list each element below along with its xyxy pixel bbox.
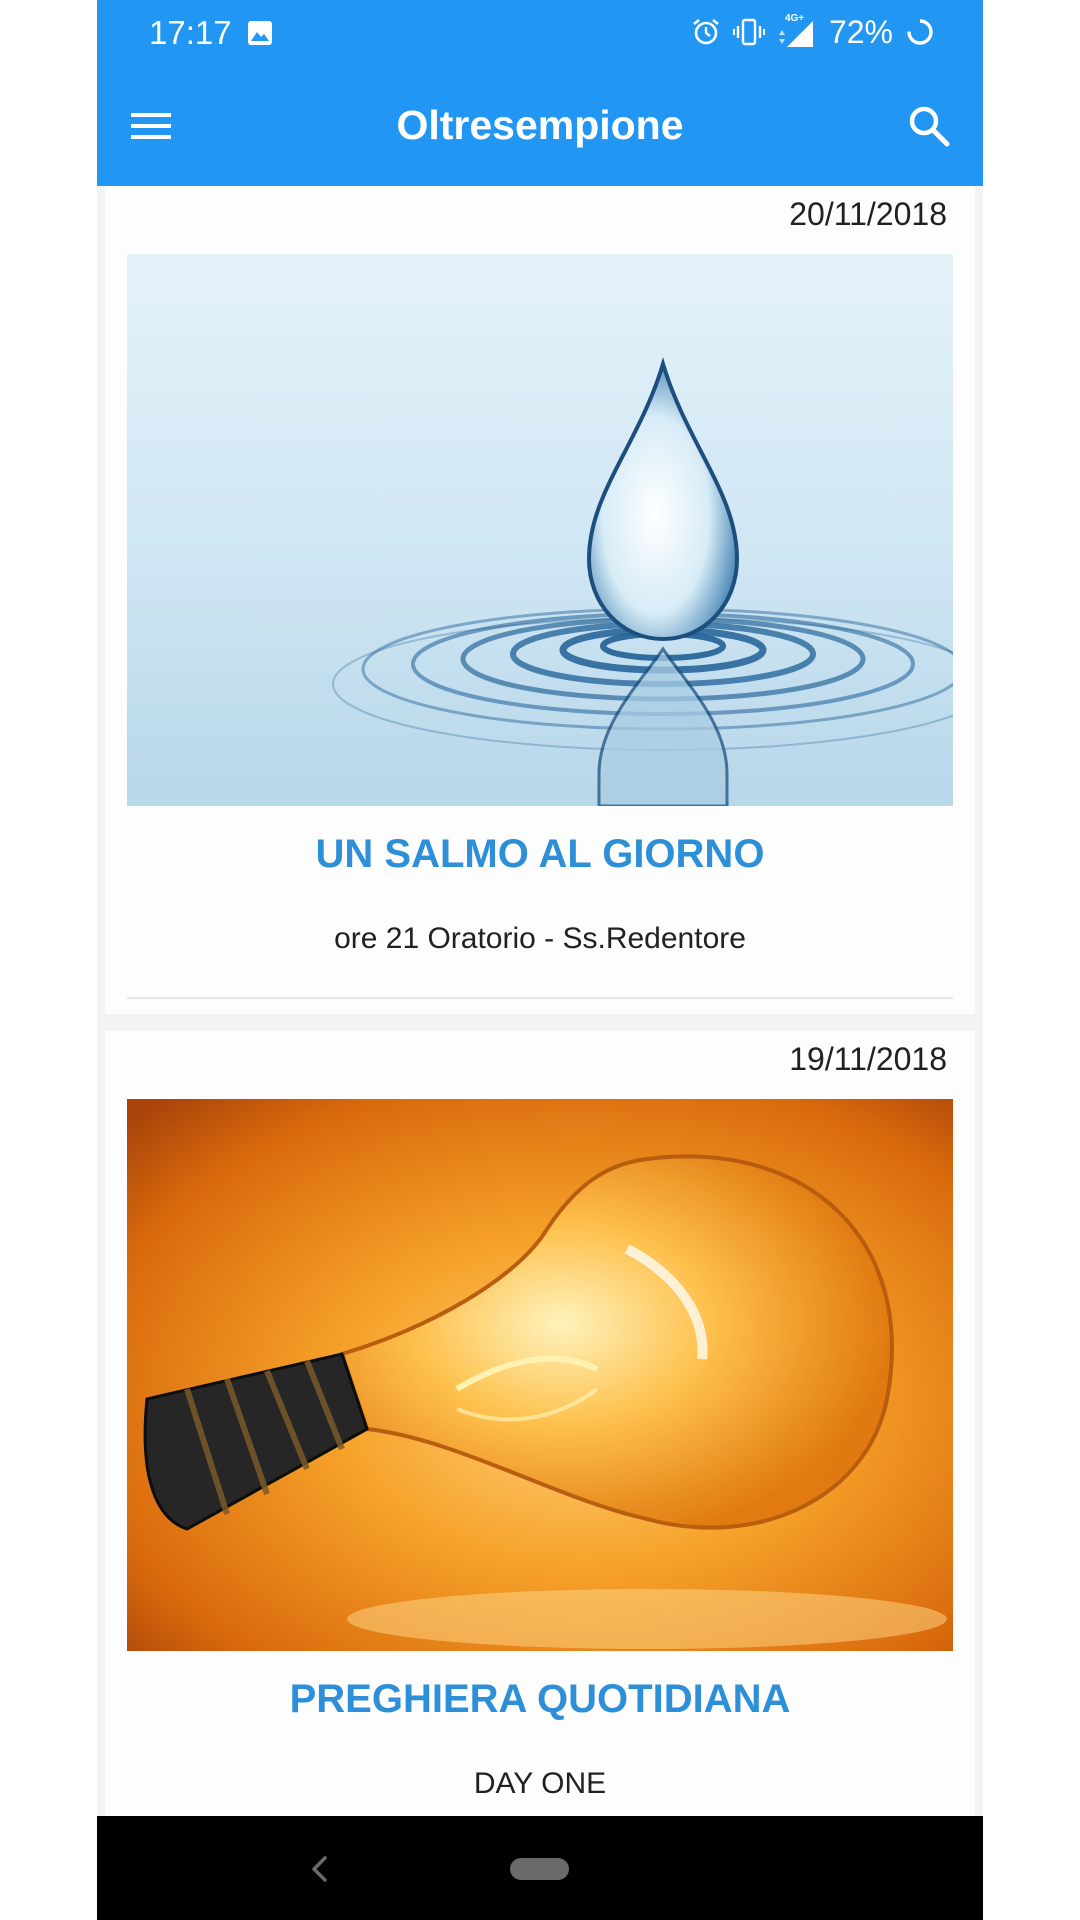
home-pill-icon[interactable] (510, 1858, 569, 1880)
left-margin (0, 0, 97, 1920)
card-date: 20/11/2018 (789, 196, 947, 232)
status-bar: 17:17 4G+ 72% (97, 0, 983, 66)
feed-card[interactable]: 20/11/2018 UN SALMO AL GIORNO ore 21 Ora… (105, 186, 975, 1014)
card-title: UN SALMO AL GIORNO (315, 832, 765, 876)
water-drop-ripple-image (127, 254, 953, 806)
back-chevron-icon[interactable] (305, 1852, 335, 1886)
news-feed[interactable]: 20/11/2018 UN SALMO AL GIORNO ore 21 Ora… (97, 186, 983, 1816)
battery-percentage: 72% (828, 13, 893, 50)
card-date: 19/11/2018 (789, 1041, 947, 1077)
light-bulb-image (127, 1099, 953, 1651)
right-margin (983, 0, 1080, 1920)
card-title: PREGHIERA QUOTIDIANA (289, 1677, 791, 1721)
battery-saver-icon (905, 17, 935, 47)
app-title: Oltresempione (396, 102, 684, 148)
system-navigation-bar (97, 1816, 983, 1920)
vibrate-icon (732, 17, 765, 47)
phone-screen: 17:17 4G+ 72% Oltresempione 20/11/2018 U… (97, 0, 983, 1920)
feed-card[interactable]: 19/11/2018 PREGHIERA QUOTIDIANA DAY ONE (105, 1031, 975, 1816)
search-icon[interactable] (897, 94, 961, 158)
card-divider (127, 997, 953, 999)
card-subtitle: DAY ONE (473, 1767, 607, 1800)
app-bar: Oltresempione (97, 66, 983, 186)
status-icons: 4G+ 72% (691, 12, 935, 52)
alarm-icon (691, 17, 721, 47)
image-icon (247, 20, 273, 46)
status-time: 17:17 (149, 14, 232, 51)
signal-icon: 4G+ (777, 13, 817, 49)
card-subtitle: ore 21 Oratorio - Ss.Redentore (334, 922, 746, 955)
